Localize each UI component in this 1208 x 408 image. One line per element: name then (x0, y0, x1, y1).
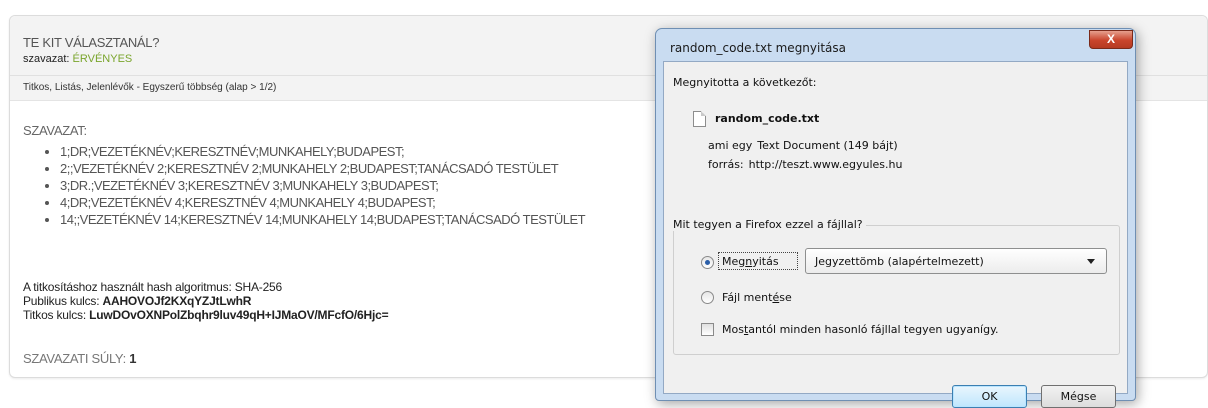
hash-algorithm-line: A titkosításhoz használt hash algoritmus… (23, 280, 283, 294)
file-type-row: ami egy Text Document (149 bájt) (708, 139, 898, 152)
status-value: ÉRVÉNYES (72, 53, 133, 65)
dialog-title: random_code.txt megnyitása (670, 41, 847, 55)
vote-list-item: 3;DR.;VEZETÉKNÉV 3;KERESZTNÉV 3;MUNKAHEL… (60, 177, 585, 194)
public-key-label: Publikus kulcs: (23, 294, 100, 308)
vote-weight: SZAVAZATI SÚLY: 1 (23, 351, 136, 366)
secret-key-line: Titkos kulcs: LuwDOvOXNPolZbqhr9luv49qH+… (23, 308, 389, 322)
voting-method-text: Titkos, Listás, Jelenlévők - Egyszerű tö… (23, 82, 277, 93)
open-with-radio[interactable] (701, 256, 714, 269)
open-with-label-post: yitás (752, 255, 779, 268)
vote-weight-label: SZAVAZATI SÚLY: (23, 351, 126, 366)
file-name: random_code.txt (715, 112, 820, 125)
open-with-label-pre: Meg (722, 255, 746, 268)
secret-key-label: Titkos kulcs: (23, 308, 86, 322)
ok-button[interactable]: OK (952, 385, 1027, 408)
remember-choice-label-post: antól minden hasonló fájllal tegyen ugya… (748, 323, 999, 336)
file-type-label: ami egy (708, 139, 753, 152)
application-select-value: Jegyzettömb (alapértelmezett) (815, 255, 984, 268)
status-label: szavazat: (23, 53, 70, 65)
cancel-button[interactable]: Mégse (1041, 385, 1116, 408)
remember-choice-label[interactable]: Mostantól minden hasonló fájllal tegyen … (722, 323, 999, 336)
vote-heading: SZAVAZAT: (23, 123, 87, 138)
file-type-value: Text Document (149 bájt) (757, 139, 898, 152)
opened-label: Megnyitotta a következőt: (673, 76, 817, 89)
chevron-down-icon (1087, 259, 1095, 264)
vote-weight-value: 1 (129, 351, 137, 366)
save-file-label-pre: Fájl ment (722, 291, 773, 304)
text-file-icon (693, 111, 706, 127)
close-button[interactable]: X (1089, 30, 1133, 49)
application-select[interactable]: Jegyzettömb (alapértelmezett) (805, 248, 1107, 274)
public-key-line: Publikus kulcs: AAHOVOJf2KXqYZJtLwhR (23, 294, 388, 308)
file-source-row: forrás: http://teszt.www.egyules.hu (708, 158, 902, 171)
save-file-radio[interactable] (701, 291, 714, 304)
open-with-label[interactable]: Megnyitás (722, 255, 779, 268)
action-group-legend: Mit tegyen a Firefox ezzel a fájllal? (673, 218, 866, 231)
remember-choice-checkbox[interactable] (701, 323, 714, 336)
hash-info: A titkosításhoz használt hash algoritmus… (23, 280, 389, 322)
public-key-value: AAHOVOJf2KXqYZJtLwhR (102, 294, 252, 308)
vote-list-item: 2;;VEZETÉKNÉV 2;KERESZTNÉV 2;MUNKAHELY 2… (60, 160, 585, 177)
open-file-dialog: random_code.txt megnyitása X Megnyitotta… (655, 28, 1136, 408)
save-file-label[interactable]: Fájl mentése (722, 291, 792, 304)
file-source-label: forrás: (708, 158, 744, 171)
vote-status: szavazat: ÉRVÉNYES (23, 53, 132, 65)
vote-list-item: 1;DR;VEZETÉKNÉV;KERESZTNÉV;MUNKAHELY;BUD… (60, 143, 585, 160)
vote-list-item: 4;DR;VEZETÉKNÉV 4;KERESZTNÉV 4;MUNKAHELY… (60, 194, 585, 211)
vote-list-item: 14;;VEZETÉKNÉV 14;KERESZTNÉV 14;MUNKAHEL… (60, 211, 586, 228)
file-source-value: http://teszt.www.egyules.hu (748, 158, 903, 171)
save-file-label-post: se (779, 291, 792, 304)
secret-key-value: LuwDOvOXNPolZbqhr9luv49qH+IJMaOV/MFcfO/6… (89, 308, 389, 322)
remember-choice-label-pre: Mos (722, 323, 744, 336)
vote-list: 1;DR;VEZETÉKNÉV;KERESZTNÉV;MUNKAHELY;BUD… (38, 143, 586, 228)
dialog-body: Megnyitotta a következőt: random_code.tx… (663, 61, 1128, 408)
question-title: TE KIT VÁLASZTANÁL? (23, 35, 160, 50)
